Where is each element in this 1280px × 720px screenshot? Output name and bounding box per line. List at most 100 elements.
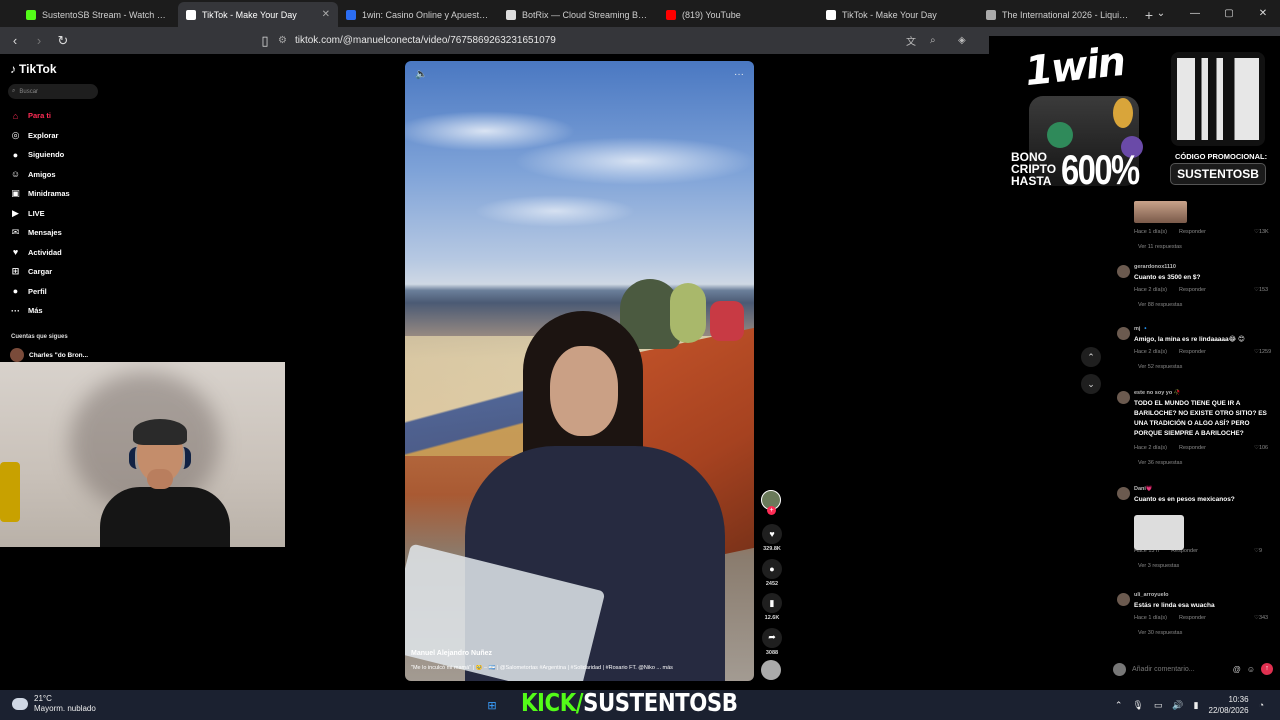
ad-percent: 600% [1061,146,1140,193]
tab-search-icon[interactable]: ⌄ [1144,0,1178,27]
reply-button[interactable]: Responder [1179,349,1206,355]
volume-icon[interactable]: 🔈 [415,69,427,80]
comment-avatar[interactable] [1117,327,1130,340]
weather-widget[interactable]: 21°C Mayorm. nublado [12,694,96,714]
comment-like[interactable]: ♡9 [1254,548,1262,554]
mention-icon[interactable]: @ [1233,665,1241,674]
close-window-button[interactable]: ✕ [1246,0,1280,27]
sidebar-item-amigos[interactable]: ☺ Amigos [10,169,56,180]
sidebar-item-perfil[interactable]: ● Perfil [10,286,47,297]
battery-icon[interactable]: ▮ [1194,700,1199,711]
view-replies-button[interactable]: Ver 3 respuestas [1138,563,1179,569]
save-action[interactable]: ▮ 12.6K [760,593,784,621]
browser-tab[interactable]: The International 2026 - Liquipedia [978,2,1138,27]
sidebar-item-explorar[interactable]: ◎ Explorar [10,130,59,141]
sidebar-item-minidramas[interactable]: ▣ Minidramas [10,188,69,199]
sidebar-item-para-ti[interactable]: ⌂ Para ti [10,110,51,121]
share-icon[interactable]: ➦ [762,627,782,648]
emoji-icon[interactable]: ☺ [1247,665,1255,674]
browser-tab[interactable]: SustentoSB Stream - Watch Live [18,2,178,27]
clock[interactable]: 10:36 22/08/2026 [1209,694,1249,716]
minimize-button[interactable]: — [1178,0,1212,27]
close-tab-icon[interactable]: ✕ [322,9,330,20]
tab-favicon-icon [26,9,36,20]
comment-input-bar: Añadir comentario... @ ☺ ↑ [1113,660,1273,678]
heart-icon[interactable]: ♥ [762,524,782,544]
comment-avatar[interactable] [1117,265,1130,278]
view-replies-button[interactable]: Ver 88 respuestas [1138,302,1182,308]
bookmark-page-icon[interactable]: ▯ [258,33,272,49]
view-replies-button[interactable]: Ver 11 respuestas [1138,244,1182,250]
sidebar-item-siguiendo[interactable]: ● Siguiendo [10,149,64,160]
view-replies-button[interactable]: Ver 30 respuestas [1138,630,1182,636]
view-replies-button[interactable]: Ver 36 respuestas [1138,460,1182,466]
browser-tab[interactable]: TikTok - Make Your Day [818,2,978,27]
mic-icon[interactable]: 🎙 [1132,700,1143,711]
tray-chevron-icon[interactable]: ⌃ [1115,700,1123,711]
comment-avatar[interactable] [1117,593,1130,606]
comment-user[interactable]: uli_arroyuelo [1134,592,1169,598]
comment-icon[interactable]: ● [762,558,782,579]
next-video-button[interactable]: ⌄ [1081,374,1101,394]
zoom-icon[interactable]: ⌕ [930,35,936,46]
search-input[interactable]: ⌕ Buscar [8,84,98,99]
tiktok-logo[interactable]: ♪ TikTok [10,62,57,76]
comment-like[interactable]: ♡106 [1254,445,1268,451]
view-replies-button[interactable]: Ver 52 respuestas [1138,364,1182,370]
maximize-button[interactable]: ▢ [1212,0,1246,27]
video-author[interactable]: Manuel Alejandro Nuñez [411,650,492,657]
video-player[interactable]: 🔈 ··· Manuel Alejandro Nuñez "Me lo incu… [405,61,754,681]
comment-input[interactable]: Añadir comentario... [1132,666,1227,673]
more-options-icon[interactable]: ··· [734,69,744,80]
comment-text: TODO EL MUNDO TIENE QUE IR A BARILOCHE? … [1134,400,1267,437]
like-action[interactable]: ♥ 329.8K [760,524,784,552]
browser-tab[interactable]: TikTok - Make Your Day ✕ [178,2,338,27]
sidebar-item-mensajes[interactable]: ✉ Mensajes [10,227,62,238]
comment-user[interactable]: Dani💗 [1134,486,1153,492]
sidebar-item-actividad[interactable]: ♥ Actividad [10,247,62,258]
ad-code-label: CÓDIGO PROMOCIONAL: [1175,152,1268,161]
following-account[interactable]: Charles "do Bron... [10,348,88,362]
bookmark-icon[interactable]: ▮ [762,593,782,613]
back-icon[interactable]: ‹ [8,33,22,48]
reply-button[interactable]: Responder [1179,445,1206,451]
network-icon[interactable]: ▭ [1154,700,1163,711]
sidebar-item-m-s[interactable]: ··· Más [10,305,43,316]
speaker-icon[interactable]: 🔊 [1172,700,1183,711]
comment-like[interactable]: ♡1259 [1254,349,1271,355]
url-text[interactable]: tiktok.com/@manuelconecta/video/76758692… [295,35,556,46]
sidebar-item-cargar[interactable]: ⊞ Cargar [10,266,52,277]
follow-plus-icon[interactable]: + [767,506,776,515]
reply-button[interactable]: Responder [1179,287,1206,293]
comment-avatar[interactable] [1117,487,1130,500]
notification-icon[interactable]: ◔ [1259,700,1264,710]
music-disc-icon[interactable] [761,660,781,680]
comment-user[interactable]: gerardonox1110 [1134,264,1176,270]
reply-button[interactable]: Responder [1179,615,1206,621]
comment-like[interactable]: ♡13K [1254,229,1269,235]
share-action[interactable]: ➦ 3088 [760,627,784,656]
tab-title: SustentoSB Stream - Watch Live [42,9,170,20]
comment-user[interactable]: este no soy yo 🥀 [1134,390,1181,396]
browser-tab[interactable]: BotRix — Cloud Streaming Bot for [498,2,658,27]
site-info-icon[interactable]: ⚙ [278,35,287,46]
like-count: 329.8K [763,546,781,552]
sidebar-item-live[interactable]: ▶ LIVE [10,208,45,219]
send-icon[interactable]: ↑ [1261,663,1273,675]
address-bar[interactable]: ⚙ tiktok.com/@manuelconecta/video/767586… [278,31,998,50]
windows-start-icon[interactable]: ⊞ [482,695,502,715]
comment-action[interactable]: ● 2452 [760,558,784,587]
browser-tab[interactable]: (819) YouTube [658,2,818,27]
forward-icon[interactable]: › [32,33,46,48]
translate-icon[interactable]: 文 [906,33,916,48]
comment-avatar[interactable] [1117,391,1130,404]
reply-button[interactable]: Responder [1179,229,1206,235]
comment-meta: Hace 1 día(s) Responder ♡343 [1134,615,1268,621]
comment-like[interactable]: ♡343 [1254,615,1268,621]
comment-user[interactable]: mj 🔹 [1134,326,1149,332]
browser-tab[interactable]: 1win: Casino Online y Apuestas Dep [338,2,498,27]
reload-icon[interactable]: ↻ [56,33,70,49]
previous-video-button[interactable]: ⌃ [1081,347,1101,367]
comment-like[interactable]: ♡153 [1254,287,1268,293]
shield-icon[interactable]: ◈ [958,35,966,46]
